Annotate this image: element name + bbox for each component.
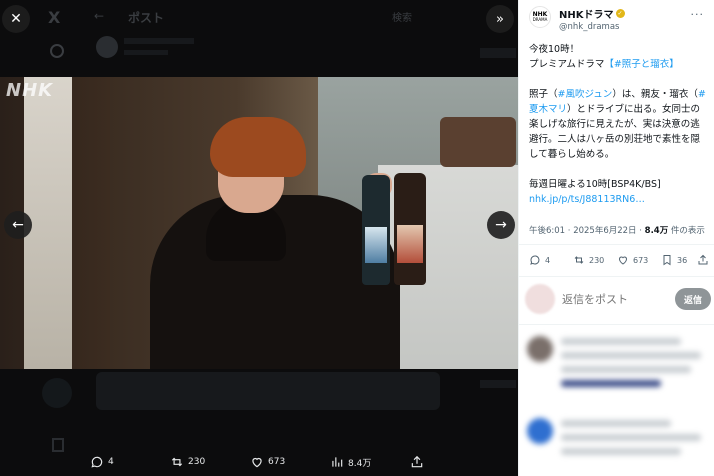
repost-icon [171,457,183,467]
author-display-name-text: NHKドラマ [559,10,614,21]
post-detail-panel: NHK DRAMA NHKドラマ ✓ @nhk_dramas ··· 今夜10時… [518,0,714,476]
viewer-repost-count: 230 [188,457,206,467]
share-button[interactable] [697,254,709,266]
post-timestamp[interactable]: 午後6:01 · 2025年6月22日 · [529,226,645,236]
author-avatar[interactable]: NHK DRAMA [529,6,551,28]
reply-item[interactable] [525,334,711,404]
background-text-line [124,50,168,55]
hashtag-link[interactable]: 【#照子と瑠衣】 [604,59,678,70]
background-text-line [124,38,194,44]
reply-text-line [561,366,691,373]
background-avatar [96,36,118,58]
avatar-logo-subtext: DRAMA [532,17,548,22]
image-person-hair [210,117,306,177]
bookmark-count: 36 [677,255,688,265]
repost-button[interactable]: 230 [573,254,604,266]
viewer-views-button[interactable]: 8.4万 [330,455,371,469]
reply-text-line [561,352,701,359]
reply-text-line [561,338,681,345]
post-text-line: 毎週日曜よる10時[BSP4K/BS] [529,179,661,190]
image-basket [440,117,516,167]
like-button[interactable]: 673 [617,254,648,266]
reply-icon [530,255,540,265]
views-chart-icon [332,457,343,467]
image-bottle-label-red [397,225,423,263]
heart-icon [618,256,628,265]
current-user-avatar [525,284,555,314]
like-count: 673 [633,255,649,265]
viewer-like-count: 673 [268,457,286,467]
media-viewer: X ← ポスト 検索 ✕ » NHK ← → 4 230 673 8.4万 [0,0,518,476]
background-home-icon [50,44,64,58]
reply-text-line [561,380,661,387]
viewer-action-bar: 4 230 673 8.4万 [0,448,518,476]
background-page-title: ポスト [128,11,165,25]
reply-avatar [527,336,553,362]
external-link[interactable]: nhk.jp/p/ts/J88113RN6… [529,194,645,205]
viewer-views-count: 8.4万 [348,458,372,469]
reply-input[interactable] [562,292,662,306]
more-options-button[interactable]: ··· [691,8,705,21]
author-handle[interactable]: @nhk_dramas [559,22,625,32]
nhk-watermark: NHK [6,80,54,101]
post-text-line: プレミアムドラマ [529,59,605,70]
post-text-fragment: ）は、親友・瑠衣（ [612,89,698,100]
background-search-label: 検索 [392,13,412,24]
post-view-count: 8.4万 [644,226,669,236]
post-author[interactable]: NHK DRAMA NHKドラマ ✓ @nhk_dramas [529,6,625,32]
image-bottle-label-blue [365,227,387,263]
bookmark-button[interactable]: 36 [661,254,687,266]
background-compose-icon [42,378,72,408]
reply-count: 4 [545,255,551,265]
share-icon [698,254,708,265]
hashtag-link[interactable]: #風吹ジュン [558,89,613,100]
viewer-share-button[interactable] [410,455,424,469]
bookmark-icon [663,255,671,266]
viewer-reply-button[interactable]: 4 [90,455,114,469]
reply-item[interactable] [525,416,711,476]
repost-count: 230 [589,255,605,265]
post-text: 今夜10時！ プレミアムドラマ【#照子と瑠衣】 照子（#風吹ジュン）は、親友・瑠… [529,42,709,222]
reply-avatar [527,418,553,444]
reply-submit-button[interactable]: 返信 [674,288,711,310]
divider [519,276,714,277]
expand-panel-button[interactable]: » [486,5,514,33]
arrow-left-icon: ← [94,9,105,23]
reply-button[interactable]: 4 [529,254,550,266]
media-image [0,77,518,369]
share-icon [411,455,423,468]
background-text-line [480,380,516,388]
reply-composer: 返信 [525,282,711,316]
close-viewer-button[interactable]: ✕ [2,5,30,33]
background-link-card [96,372,440,410]
reply-text-line [561,434,701,441]
post-view-label: 件の表示 [668,226,705,236]
post-text-fragment: 照子（ [529,89,558,100]
app-root: X ← ポスト 検索 ✕ » NHK ← → 4 230 673 8.4万 NH… [0,0,714,476]
x-logo-icon: X [48,8,61,27]
divider [519,324,714,325]
divider [519,244,714,245]
reply-icon [91,456,103,468]
post-action-bar: 4 230 673 36 [529,254,709,270]
next-media-button[interactable]: → [487,211,515,239]
repost-icon [574,256,584,264]
reply-text-line [561,448,681,455]
background-trend-label [480,48,516,58]
verified-badge-icon: ✓ [615,9,625,18]
heart-icon [252,457,262,468]
previous-media-button[interactable]: ← [4,211,32,239]
post-text-line: 今夜10時！ [529,44,580,55]
viewer-repost-button[interactable]: 230 [170,455,205,469]
author-names: NHKドラマ ✓ @nhk_dramas [559,6,625,32]
post-meta: 午後6:01 · 2025年6月22日 · 8.4万 件の表示 [529,224,705,236]
author-display-name[interactable]: NHKドラマ ✓ [559,6,625,21]
viewer-like-button[interactable]: 673 [250,455,285,469]
reply-text-line [561,420,671,427]
viewer-reply-count: 4 [108,457,114,467]
